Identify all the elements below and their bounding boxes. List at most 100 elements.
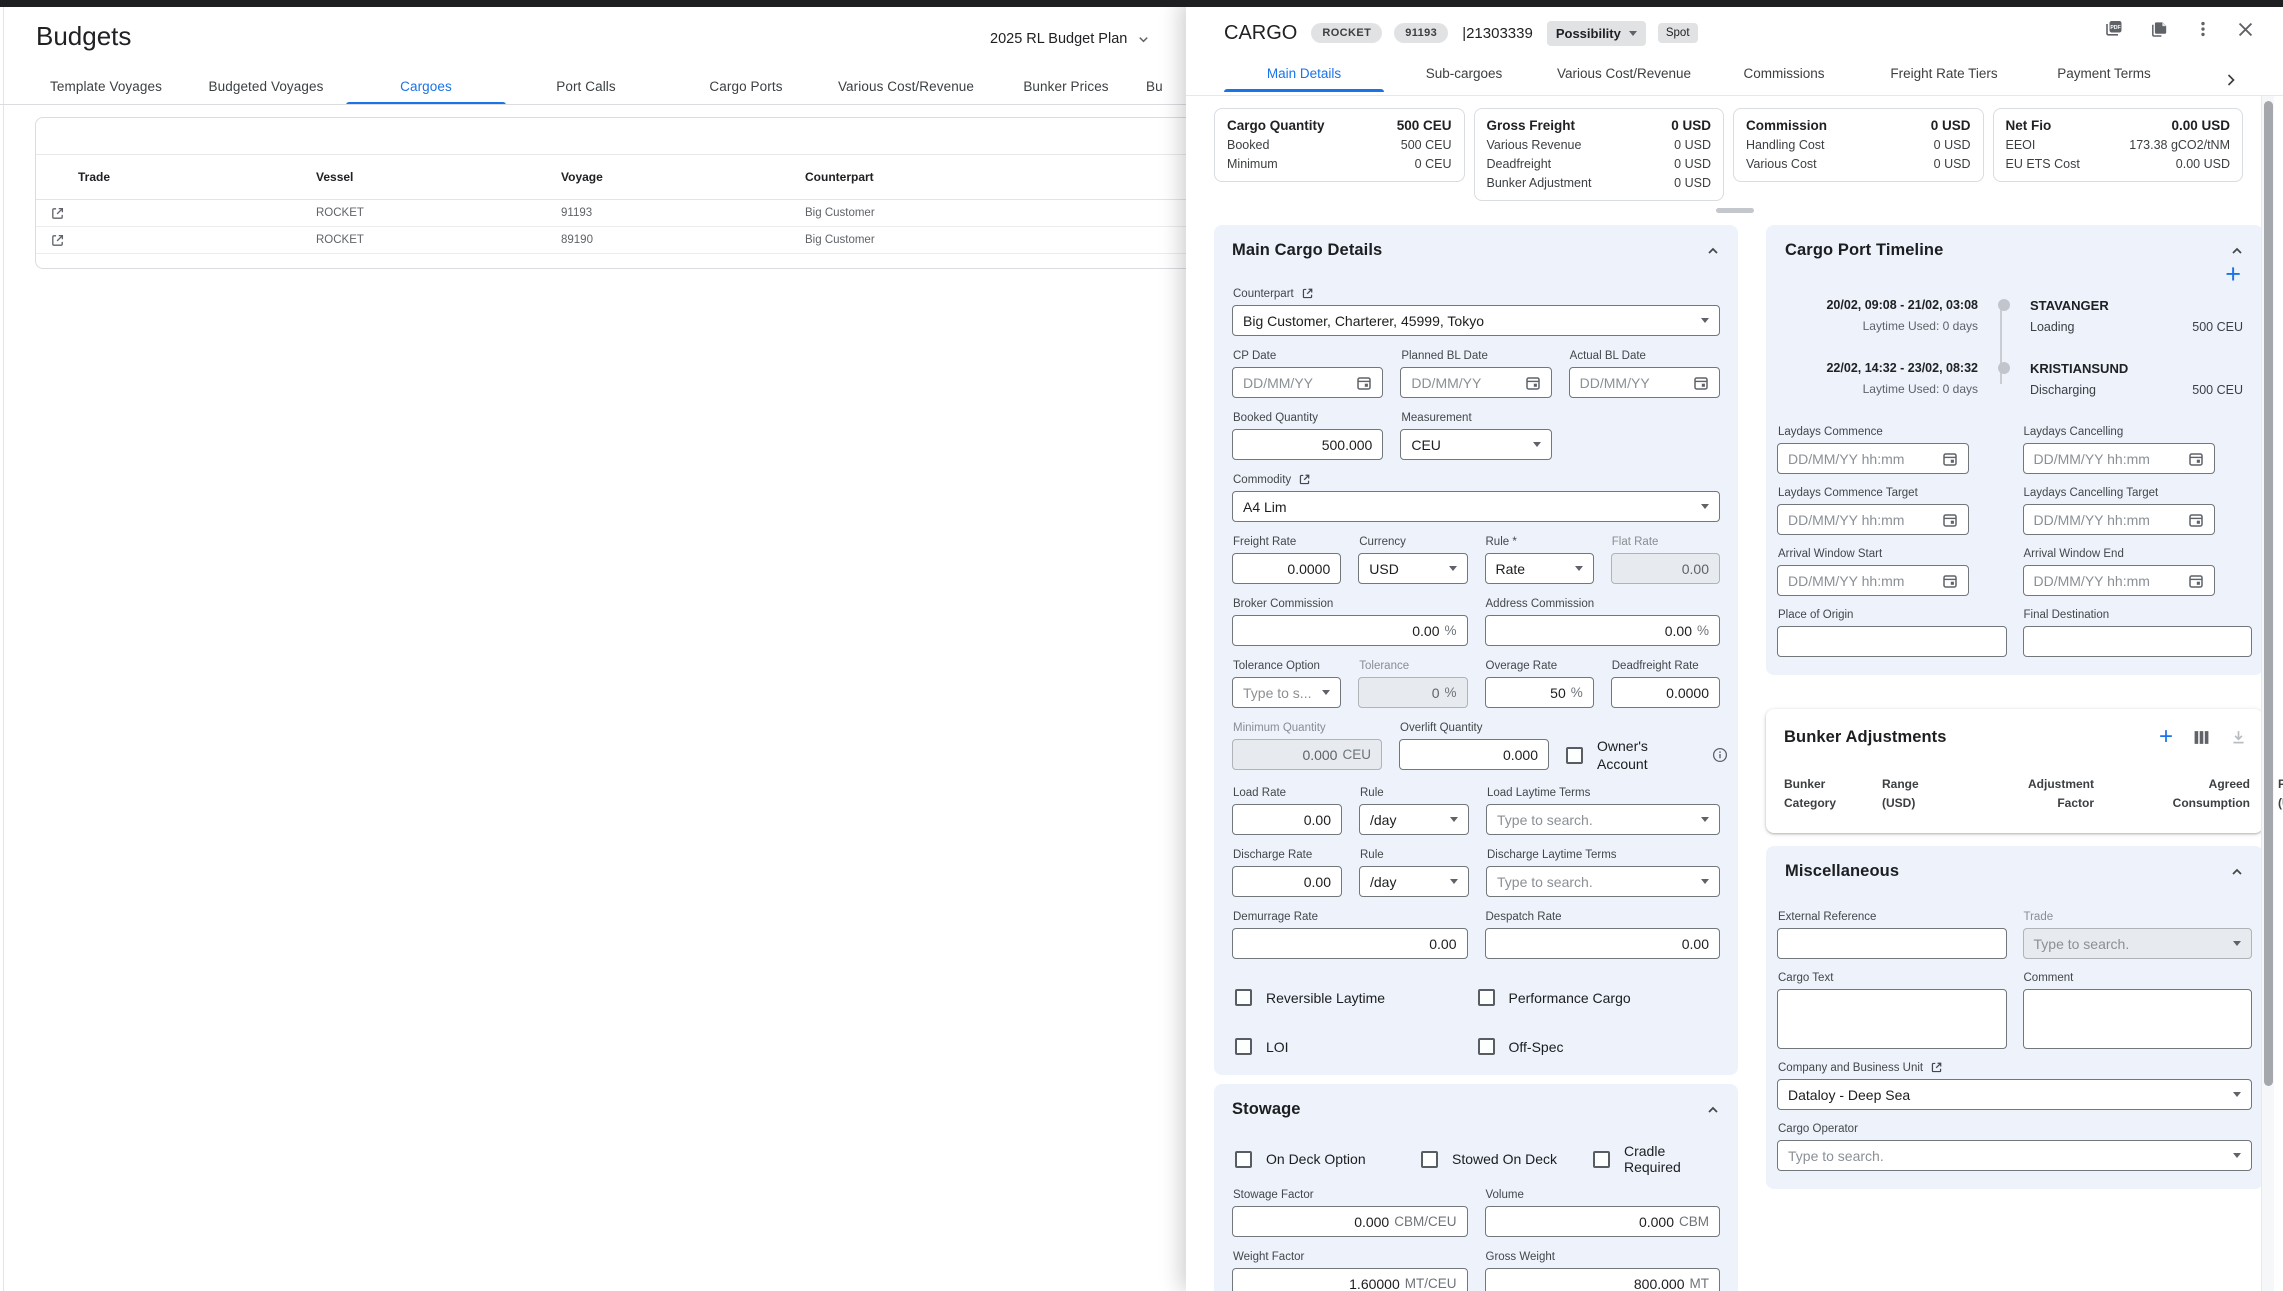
- final-destination-input[interactable]: [2023, 626, 2253, 657]
- laydays-cancelling-input[interactable]: DD/MM/YY hh:mm: [2023, 443, 2215, 474]
- off-spec-checkbox[interactable]: Off-Spec: [1478, 1038, 1721, 1055]
- drawer-tabs-divider: [1186, 95, 2283, 96]
- laydays-commence-input[interactable]: DD/MM/YY hh:mm: [1777, 443, 1969, 474]
- laydays-cancelling-target-input[interactable]: DD/MM/YY hh:mm: [2023, 504, 2215, 535]
- calendar-icon[interactable]: [2188, 512, 2204, 528]
- tab-bunker-prices[interactable]: Bunker Prices: [986, 69, 1146, 104]
- overlift-quantity-input[interactable]: 0.000: [1399, 739, 1549, 770]
- collapse-section-button[interactable]: [1706, 244, 1720, 258]
- actual-bl-date-input[interactable]: DD/MM/YY: [1569, 367, 1720, 398]
- load-rule-select[interactable]: /day: [1359, 804, 1469, 835]
- broker-commission-input[interactable]: 0.00%: [1232, 615, 1468, 646]
- more-options-icon[interactable]: [2194, 20, 2212, 38]
- measurement-select[interactable]: CEU: [1400, 429, 1551, 460]
- cradle-required-checkbox[interactable]: Cradle Required: [1593, 1143, 1720, 1175]
- demurrage-rate-input[interactable]: 0.00: [1232, 928, 1468, 959]
- open-in-new-icon[interactable]: [1298, 473, 1311, 486]
- tab-cargoes[interactable]: Cargoes: [346, 69, 506, 104]
- arrival-window-start-input[interactable]: DD/MM/YY hh:mm: [1777, 565, 1969, 596]
- calendar-icon[interactable]: [1693, 375, 1709, 391]
- cp-date-input[interactable]: DD/MM/YY: [1232, 367, 1383, 398]
- weight-factor-input[interactable]: 1.60000MT/CEU: [1232, 1268, 1468, 1291]
- open-in-new-icon[interactable]: [1301, 287, 1314, 300]
- booked-quantity-input[interactable]: 500.000: [1232, 429, 1383, 460]
- open-cargo-button[interactable]: [36, 206, 78, 221]
- timeline-entry[interactable]: 22/02, 14:32 - 23/02, 08:32 Laytime Used…: [1778, 361, 2251, 397]
- tab-template-voyages[interactable]: Template Voyages: [26, 69, 186, 104]
- tab-commissions[interactable]: Commissions: [1704, 54, 1864, 92]
- columns-icon[interactable]: [2193, 729, 2210, 746]
- tab-main-details[interactable]: Main Details: [1224, 54, 1384, 92]
- discharge-rule-select[interactable]: /day: [1359, 866, 1469, 897]
- panel-resize-handle[interactable]: [1716, 208, 1754, 213]
- cargo-text-input[interactable]: [1777, 989, 2007, 1049]
- laydays-commence-target-input[interactable]: DD/MM/YY hh:mm: [1777, 504, 1969, 535]
- overage-rate-input[interactable]: 50%: [1485, 677, 1594, 708]
- calendar-icon[interactable]: [2188, 451, 2204, 467]
- calendar-icon[interactable]: [1942, 451, 1958, 467]
- calendar-icon[interactable]: [2188, 573, 2204, 589]
- calendar-icon[interactable]: [1525, 375, 1541, 391]
- scrollbar-thumb[interactable]: [2264, 101, 2273, 1086]
- counterpart-select[interactable]: Big Customer, Charterer, 45999, Tokyo: [1232, 305, 1720, 336]
- load-laytime-terms-select[interactable]: Type to search.: [1486, 804, 1720, 835]
- on-deck-option-checkbox[interactable]: On Deck Option: [1235, 1143, 1421, 1175]
- planned-bl-date-input[interactable]: DD/MM/YY: [1400, 367, 1551, 398]
- place-of-origin-input[interactable]: [1777, 626, 2007, 657]
- stowed-on-deck-checkbox[interactable]: Stowed On Deck: [1421, 1143, 1593, 1175]
- comment-input[interactable]: [2023, 989, 2253, 1049]
- despatch-rate-input[interactable]: 0.00: [1485, 928, 1721, 959]
- add-bunker-adjustment-button[interactable]: +: [2159, 725, 2173, 749]
- add-port-call-button[interactable]: +: [2225, 262, 2241, 286]
- company-business-unit-select[interactable]: Dataloy - Deep Sea: [1777, 1079, 2252, 1110]
- rule-select[interactable]: Rate: [1485, 553, 1594, 584]
- tab-various-cost-revenue[interactable]: Various Cost/Revenue: [826, 69, 986, 104]
- external-reference-input[interactable]: [1777, 928, 2007, 959]
- loi-checkbox[interactable]: LOI: [1235, 1038, 1478, 1055]
- tab-payment-terms[interactable]: Payment Terms: [2024, 54, 2184, 92]
- deadfreight-rate-input[interactable]: 0.0000: [1611, 677, 1720, 708]
- copy-icon[interactable]: [2149, 19, 2170, 40]
- field-rule: Rule * Rate: [1485, 534, 1594, 584]
- tolerance-option-select[interactable]: Type to s...: [1232, 677, 1341, 708]
- open-cargo-button[interactable]: [36, 233, 78, 248]
- calendar-icon[interactable]: [1942, 512, 1958, 528]
- download-icon[interactable]: [2230, 729, 2247, 746]
- performance-cargo-checkbox[interactable]: Performance Cargo: [1478, 989, 1721, 1006]
- discharge-laytime-terms-select[interactable]: Type to search.: [1486, 866, 1720, 897]
- freight-rate-input[interactable]: 0.0000: [1232, 553, 1341, 584]
- calendar-icon[interactable]: [1356, 375, 1372, 391]
- tab-various-cost-revenue[interactable]: Various Cost/Revenue: [1544, 54, 1704, 92]
- tab-port-calls[interactable]: Port Calls: [506, 69, 666, 104]
- currency-select[interactable]: USD: [1358, 553, 1467, 584]
- collapse-section-button[interactable]: [2230, 244, 2244, 258]
- tab-cargo-ports[interactable]: Cargo Ports: [666, 69, 826, 104]
- arrival-window-end-input[interactable]: DD/MM/YY hh:mm: [2023, 565, 2215, 596]
- export-pdf-icon[interactable]: PDF: [2103, 18, 2125, 40]
- load-rate-input[interactable]: 0.00: [1232, 804, 1342, 835]
- tabs-scroll-right-icon[interactable]: [2223, 72, 2239, 88]
- calendar-icon[interactable]: [1942, 573, 1958, 589]
- volume-input[interactable]: 0.000CBM: [1485, 1206, 1721, 1237]
- tab-sub-cargoes[interactable]: Sub-cargoes: [1384, 54, 1544, 92]
- status-select[interactable]: Possibility: [1547, 21, 1646, 46]
- cargo-reference: |21303339: [1462, 25, 1533, 42]
- address-commission-input[interactable]: 0.00%: [1485, 615, 1721, 646]
- budget-plan-selector[interactable]: 2025 RL Budget Plan: [990, 31, 1150, 47]
- tab-budgeted-voyages[interactable]: Budgeted Voyages: [186, 69, 346, 104]
- reversible-laytime-checkbox[interactable]: Reversible Laytime: [1235, 989, 1478, 1006]
- drawer-scrollbar[interactable]: [2261, 96, 2274, 1291]
- collapse-section-button[interactable]: [2230, 865, 2244, 879]
- info-icon[interactable]: [1712, 747, 1728, 763]
- cargo-operator-select[interactable]: Type to search.: [1777, 1140, 2252, 1171]
- commodity-select[interactable]: A4 Lim: [1232, 491, 1720, 522]
- close-icon[interactable]: [2236, 20, 2255, 39]
- timeline-entry[interactable]: 20/02, 09:08 - 21/02, 03:08 Laytime Used…: [1778, 298, 2251, 334]
- open-in-new-icon[interactable]: [1930, 1061, 1943, 1074]
- tab-freight-rate-tiers[interactable]: Freight Rate Tiers: [1864, 54, 2024, 92]
- collapse-section-button[interactable]: [1706, 1103, 1720, 1117]
- gross-weight-input[interactable]: 800.000MT: [1485, 1268, 1721, 1291]
- stowage-factor-input[interactable]: 0.000CBM/CEU: [1232, 1206, 1468, 1237]
- owners-account-checkbox[interactable]: Owner's Account: [1566, 737, 1694, 773]
- discharge-rate-input[interactable]: 0.00: [1232, 866, 1342, 897]
